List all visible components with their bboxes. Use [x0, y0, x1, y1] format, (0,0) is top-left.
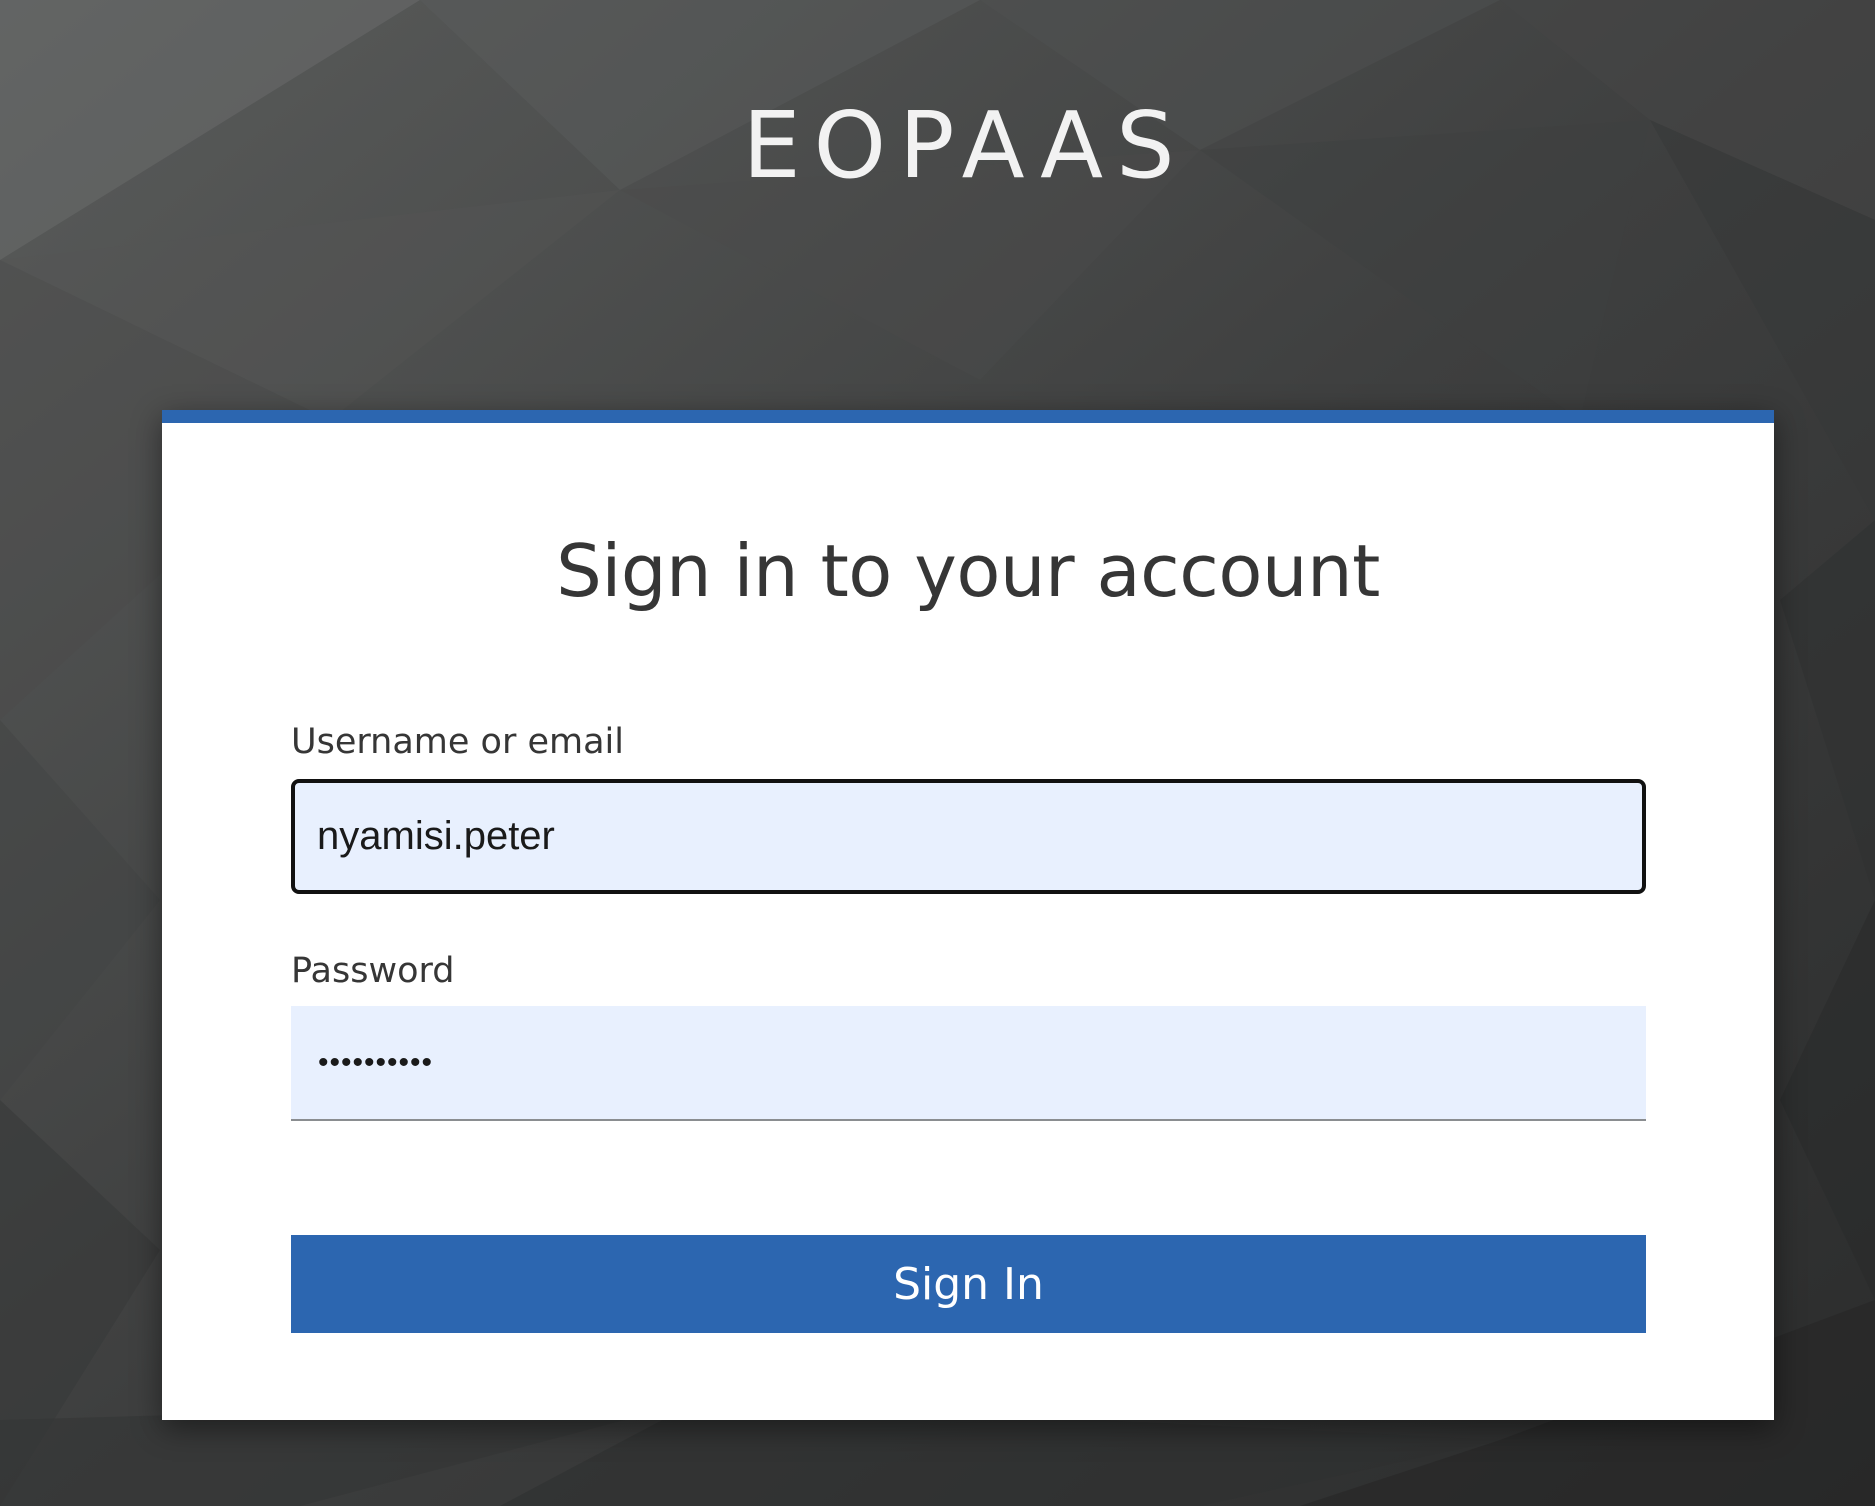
brand-title: EOPAAS [742, 92, 1188, 199]
sign-in-button[interactable]: Sign In [291, 1235, 1646, 1333]
password-label: Password [291, 951, 455, 991]
username-value: nyamisi.peter [317, 814, 555, 858]
username-label: Username or email [291, 722, 624, 762]
username-input[interactable]: nyamisi.peter [291, 779, 1646, 894]
password-masked-value: •••••••••• [318, 1045, 434, 1079]
password-input[interactable]: •••••••••• [291, 1006, 1646, 1121]
login-card: Sign in to your account Username or emai… [162, 410, 1774, 1420]
page-title: Sign in to your account [556, 529, 1380, 613]
